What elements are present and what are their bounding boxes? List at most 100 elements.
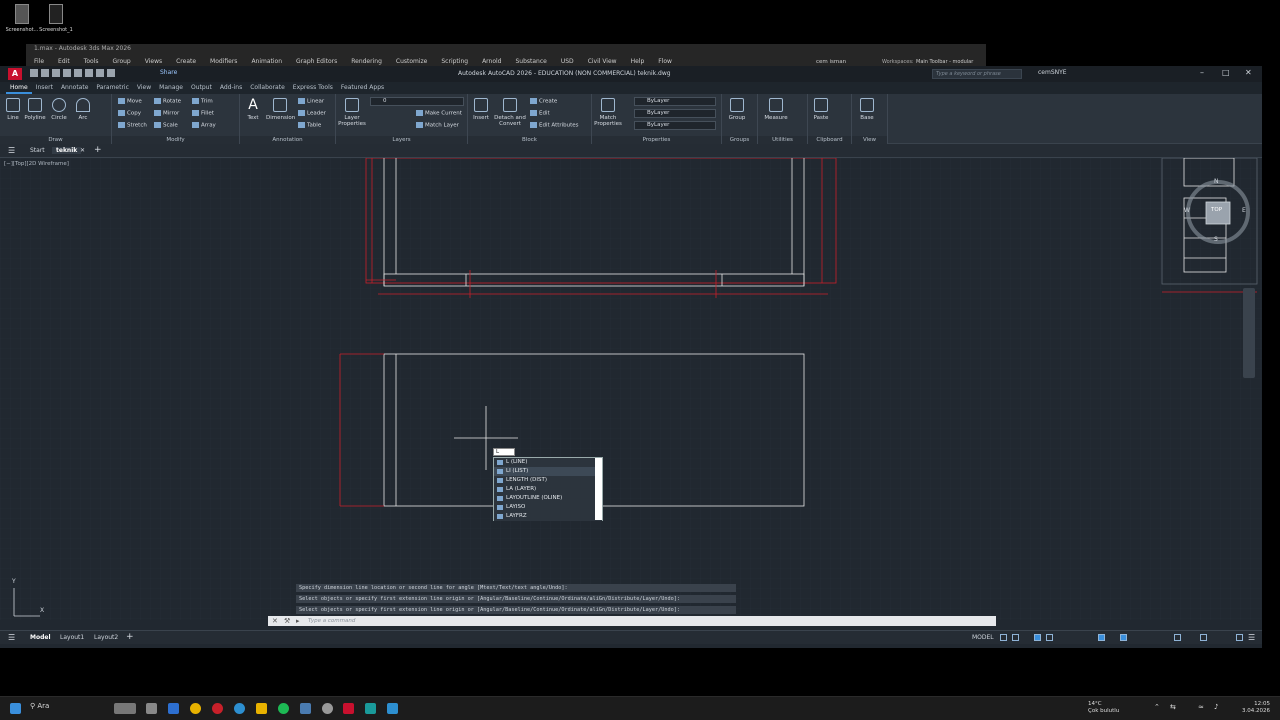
max-menu-item[interactable]: Group: [112, 58, 130, 65]
windows-start-icon[interactable]: [10, 703, 21, 714]
maximize-icon[interactable]: □: [1222, 68, 1230, 77]
measure-button[interactable]: Measure: [762, 98, 790, 121]
saveas-icon[interactable]: [63, 69, 71, 77]
autocomplete-item[interactable]: LA (LAYER): [494, 485, 602, 494]
stretch-button[interactable]: Stretch: [118, 122, 147, 129]
panel-title[interactable]: Utilities: [758, 136, 807, 144]
command-line[interactable]: ✕ ⚒ ▸ Type a command: [268, 616, 996, 626]
leader-button[interactable]: Leader: [298, 110, 326, 117]
wifi-icon[interactable]: ≈: [1198, 703, 1204, 711]
undo-icon[interactable]: [96, 69, 104, 77]
ortho-icon[interactable]: [1034, 634, 1041, 641]
plot-icon[interactable]: [85, 69, 93, 77]
edit-block-button[interactable]: Edit: [530, 110, 550, 117]
panel-title[interactable]: Clipboard: [808, 136, 851, 144]
opera-icon[interactable]: [212, 703, 223, 714]
max-menu-item[interactable]: Views: [145, 58, 162, 65]
command-input[interactable]: Type a command: [308, 616, 355, 626]
panel-title[interactable]: Block: [468, 136, 591, 144]
minimize-icon[interactable]: –: [1200, 68, 1204, 77]
tab-featured-apps[interactable]: Featured Apps: [337, 82, 388, 94]
spotify-icon[interactable]: [278, 703, 289, 714]
autocad-icon[interactable]: [343, 703, 354, 714]
max-menu-item[interactable]: Rendering: [351, 58, 382, 65]
desktop-icon-screenshot-2[interactable]: Screenshot_1: [34, 4, 78, 33]
workspace-gear-icon[interactable]: [1174, 634, 1181, 641]
line-button[interactable]: Line: [2, 98, 24, 121]
autocomplete-item[interactable]: LENGTH (DIST): [494, 476, 602, 485]
weather-widget[interactable]: 14°C Çok bulutlu: [1088, 701, 1119, 715]
max-menu-item[interactable]: Create: [176, 58, 196, 65]
copy-button[interactable]: Copy: [118, 110, 141, 117]
viewcube-south[interactable]: S: [1214, 236, 1218, 243]
steam-icon[interactable]: [300, 703, 311, 714]
tab-collaborate[interactable]: Collaborate: [246, 82, 289, 94]
polar-icon[interactable]: [1046, 634, 1053, 641]
panel-title[interactable]: Layers: [336, 136, 467, 144]
redo-icon[interactable]: [107, 69, 115, 77]
circle-button[interactable]: Circle: [48, 98, 70, 121]
max-menu-item[interactable]: Edit: [58, 58, 70, 65]
autocad-window[interactable]: A Share Autodesk AutoCAD 2026 - EDUCATIO…: [0, 66, 1262, 648]
max-menu-item[interactable]: Scripting: [441, 58, 468, 65]
array-button[interactable]: Array: [192, 122, 216, 129]
start-tab[interactable]: Start: [30, 147, 45, 154]
new-icon[interactable]: [30, 69, 38, 77]
rotate-button[interactable]: Rotate: [154, 98, 181, 105]
edge-icon[interactable]: [234, 703, 245, 714]
tab-layout2[interactable]: Layout2: [94, 634, 118, 641]
close-command-icon[interactable]: ✕: [272, 617, 278, 625]
3dsmax-icon[interactable]: [365, 703, 376, 714]
max-menu-item[interactable]: Tools: [84, 58, 99, 65]
autocomplete-scrollbar[interactable]: [595, 458, 602, 520]
tab-parametric[interactable]: Parametric: [92, 82, 133, 94]
tray-chevron-icon[interactable]: ⌃: [1154, 703, 1160, 711]
autocomplete-item[interactable]: LAYOUTLINE (OLINE): [494, 494, 602, 503]
table-button[interactable]: Table: [298, 122, 321, 129]
edit-attributes-button[interactable]: Edit Attributes: [530, 122, 579, 129]
max-menu-item[interactable]: Civil View: [588, 58, 617, 65]
mirror-button[interactable]: Mirror: [154, 110, 179, 117]
taskbar-clock[interactable]: 12:05 3.04.2026: [1242, 701, 1270, 715]
max-menu-item[interactable]: File: [34, 58, 44, 65]
autocomplete-item[interactable]: LI (LIST): [494, 467, 602, 476]
tab-insert[interactable]: Insert: [32, 82, 57, 94]
web-icon[interactable]: [74, 69, 82, 77]
match-layer-button[interactable]: Match Layer: [416, 122, 459, 129]
snipping-icon[interactable]: [387, 703, 398, 714]
panel-title[interactable]: Properties: [592, 136, 721, 144]
osnap-icon[interactable]: [1098, 634, 1105, 641]
share-button[interactable]: Share: [160, 69, 177, 76]
viewport-controls[interactable]: [−][Top][2D Wireframe]: [4, 161, 69, 167]
panel-title[interactable]: Modify: [112, 136, 239, 144]
max-menu-item[interactable]: Graph Editors: [296, 58, 337, 65]
tab-view[interactable]: View: [133, 82, 155, 94]
user-account[interactable]: cemSNYE: [1038, 69, 1067, 76]
add-layout-icon[interactable]: +: [126, 632, 134, 642]
autocomplete-item[interactable]: LAYISO: [494, 503, 602, 512]
max-menu-item[interactable]: USD: [561, 58, 574, 65]
application-menu-button[interactable]: A: [8, 68, 22, 80]
paste-button[interactable]: Paste: [810, 98, 832, 121]
group-button[interactable]: Group: [726, 98, 748, 121]
model-space-label[interactable]: MODEL: [972, 634, 994, 641]
file-tab-teknik[interactable]: teknik: [52, 147, 82, 154]
insert-button[interactable]: Insert: [470, 98, 492, 121]
max-menu-item[interactable]: Customize: [396, 58, 428, 65]
max-menu-item[interactable]: Help: [631, 58, 645, 65]
open-icon[interactable]: [41, 69, 49, 77]
panel-title[interactable]: View: [852, 136, 887, 144]
max-menu-item[interactable]: Modifiers: [210, 58, 237, 65]
move-button[interactable]: Move: [118, 98, 142, 105]
tab-layout1[interactable]: Layout1: [60, 634, 84, 641]
layout-menu-icon[interactable]: ☰: [8, 633, 15, 642]
layer-dropdown[interactable]: 0: [370, 97, 464, 106]
tab-addins[interactable]: Add-ins: [216, 82, 246, 94]
text-button[interactable]: A Text: [242, 98, 264, 121]
folder-icon[interactable]: [256, 703, 267, 714]
max-user[interactable]: cem isman: [816, 59, 846, 65]
task-view-icon[interactable]: [146, 703, 157, 714]
annotation-scale-icon[interactable]: [1120, 634, 1127, 641]
detach-convert-button[interactable]: Detach and Convert: [494, 98, 526, 127]
panel-title[interactable]: Annotation: [240, 136, 335, 144]
